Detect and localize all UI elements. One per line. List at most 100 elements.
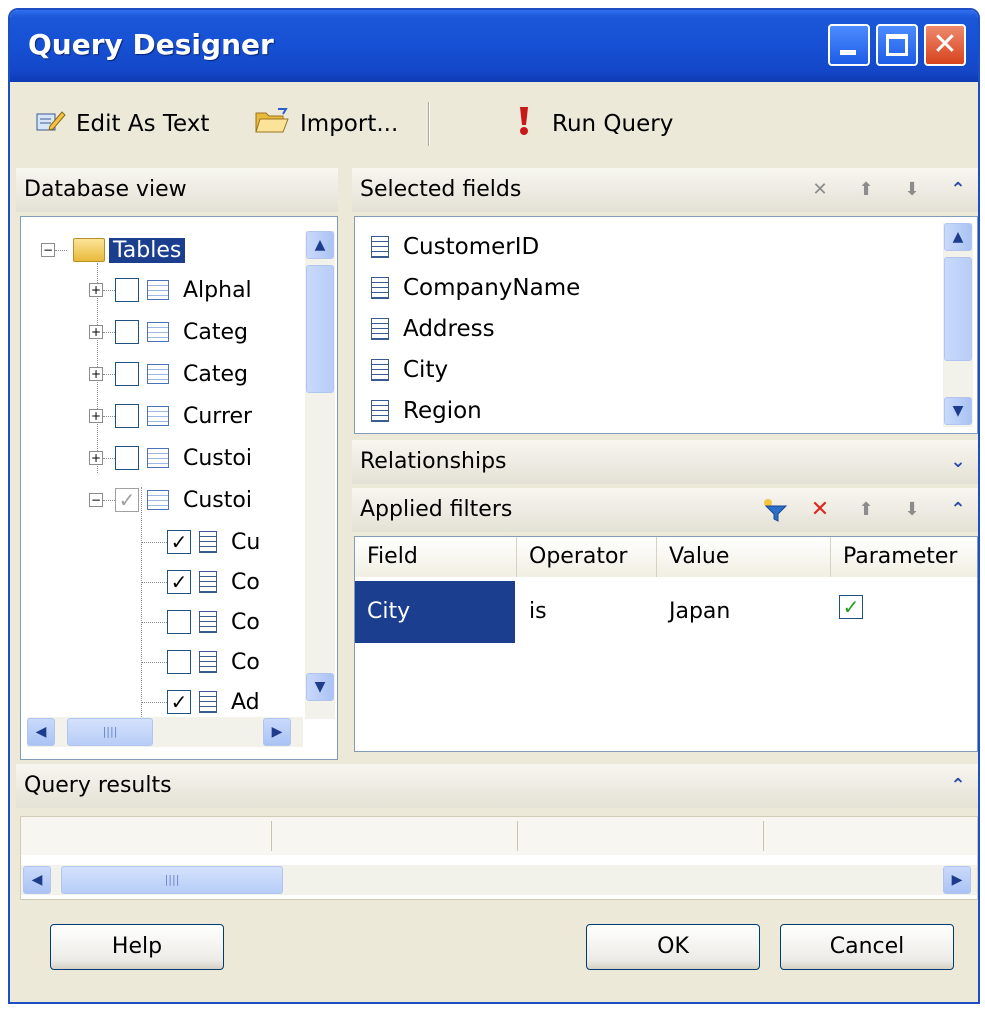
collapse-icon[interactable]: − <box>41 243 55 257</box>
collapse-panel-icon[interactable]: ⌃ <box>946 774 970 798</box>
database-tree[interactable]: − Tables + Alphal + Categ + Categ + Curr… <box>20 216 338 760</box>
field-icon <box>199 571 217 593</box>
applied-filters-toolbar: ✕ ⬆ ⬇ ⌃ <box>762 488 970 532</box>
toolbar: Edit As Text Import... Run Query <box>10 84 978 168</box>
edit-as-text-button[interactable]: Edit As Text <box>36 106 209 142</box>
move-up-icon[interactable]: ⬆ <box>854 498 878 522</box>
expand-panel-icon[interactable]: ⌄ <box>946 450 970 474</box>
column-header-parameter[interactable]: Parameter <box>831 537 977 577</box>
column-header-value[interactable]: Value <box>657 537 831 577</box>
filter-operator-cell[interactable]: is <box>517 581 657 643</box>
field-checkbox[interactable] <box>167 610 191 634</box>
tree-horizontal-scrollbar[interactable]: ◀ |||| ▶ <box>27 717 303 747</box>
expand-icon[interactable]: + <box>89 451 103 465</box>
cancel-button[interactable]: Cancel <box>780 924 954 970</box>
minimize-icon <box>840 50 856 55</box>
tree-field-item[interactable]: Co <box>141 603 260 641</box>
collapse-icon[interactable]: − <box>89 493 103 507</box>
scroll-left-icon[interactable]: ◀ <box>27 718 55 746</box>
scroll-down-icon[interactable]: ▼ <box>944 397 972 425</box>
tree-table-item[interactable]: + Currer <box>89 397 252 435</box>
expand-icon[interactable]: + <box>89 367 103 381</box>
folder-icon <box>73 238 105 262</box>
tables-label[interactable]: Tables <box>109 237 186 263</box>
selected-field-item[interactable]: CustomerID <box>371 227 539 267</box>
table-checkbox[interactable]: ✓ <box>115 488 139 512</box>
column-header-operator[interactable]: Operator <box>517 537 657 577</box>
selected-field-item[interactable]: Region <box>371 391 482 431</box>
scroll-up-icon[interactable]: ▲ <box>306 231 334 259</box>
scroll-thumb[interactable]: |||| <box>67 718 153 746</box>
collapse-panel-icon[interactable]: ⌃ <box>946 498 970 522</box>
scroll-thumb[interactable] <box>306 265 334 393</box>
tree-root-tables[interactable]: − Tables <box>41 231 186 269</box>
column-header-field[interactable]: Field <box>355 537 517 577</box>
table-checkbox[interactable] <box>115 362 139 386</box>
close-icon: ✕ <box>932 27 958 62</box>
parameter-checkbox[interactable]: ✓ <box>839 595 863 619</box>
expand-icon[interactable]: + <box>89 409 103 423</box>
expand-icon[interactable]: + <box>89 283 103 297</box>
scroll-left-icon[interactable]: ◀ <box>23 866 51 894</box>
title-bar[interactable]: Query Designer ✕ <box>10 10 978 82</box>
tree-table-item[interactable]: + Categ <box>89 313 248 351</box>
field-checkbox[interactable] <box>167 650 191 674</box>
minimize-button[interactable] <box>828 24 870 66</box>
field-icon <box>199 691 217 713</box>
tree-table-item[interactable]: + Alphal <box>89 271 252 309</box>
tree-table-item[interactable]: − ✓ Custoi <box>89 481 252 519</box>
relationships-header[interactable]: Relationships ⌄ <box>352 440 978 484</box>
collapse-panel-icon[interactable]: ⌃ <box>946 178 970 202</box>
expand-icon[interactable]: + <box>89 325 103 339</box>
scroll-thumb[interactable]: |||| <box>61 866 283 894</box>
table-checkbox[interactable] <box>115 278 139 302</box>
table-checkbox[interactable] <box>115 446 139 470</box>
scroll-right-icon[interactable]: ▶ <box>263 718 291 746</box>
table-label: Custoi <box>183 487 252 513</box>
delete-filter-icon[interactable]: ✕ <box>808 498 832 522</box>
field-checkbox[interactable]: ✓ <box>167 690 191 714</box>
scroll-down-icon[interactable]: ▼ <box>306 673 334 701</box>
table-checkbox[interactable] <box>115 404 139 428</box>
filter-field-cell[interactable]: City <box>355 581 515 643</box>
selected-field-item[interactable]: Address <box>371 309 495 349</box>
help-button[interactable]: Help <box>50 924 224 970</box>
tree-field-item[interactable]: ✓ Co <box>141 563 260 601</box>
table-checkbox[interactable] <box>115 320 139 344</box>
selected-field-item[interactable]: CompanyName <box>371 268 580 308</box>
results-horizontal-scrollbar[interactable]: ◀ |||| ▶ <box>21 865 977 895</box>
scroll-up-icon[interactable]: ▲ <box>944 223 972 251</box>
remove-icon[interactable]: ✕ <box>808 178 832 202</box>
add-filter-icon[interactable] <box>762 498 788 522</box>
scroll-thumb[interactable] <box>944 257 972 361</box>
ok-button[interactable]: OK <box>586 924 760 970</box>
filter-value-cell[interactable]: Japan <box>657 581 831 643</box>
move-down-icon[interactable]: ⬇ <box>900 178 924 202</box>
tree-table-item[interactable]: + Custoi <box>89 439 252 477</box>
move-down-icon[interactable]: ⬇ <box>900 498 924 522</box>
query-results-grid[interactable]: ◀ |||| ▶ <box>20 816 978 900</box>
table-icon <box>147 364 169 384</box>
tree-table-item[interactable]: + Categ <box>89 355 248 393</box>
scroll-right-icon[interactable]: ▶ <box>943 866 971 894</box>
field-checkbox[interactable]: ✓ <box>167 570 191 594</box>
selected-field-item[interactable]: City <box>371 350 448 390</box>
relationships-toolbar: ⌄ <box>946 440 970 484</box>
tree-connector <box>141 621 167 623</box>
run-query-button[interactable]: Run Query <box>518 106 673 142</box>
table-label: Categ <box>183 361 248 387</box>
maximize-button[interactable] <box>876 24 918 66</box>
open-folder-icon <box>254 107 290 141</box>
field-label: Co <box>231 569 260 595</box>
tree-field-item[interactable]: Co <box>141 643 260 681</box>
tree-field-item[interactable]: ✓ Ad <box>141 683 260 721</box>
selected-fields-scrollbar[interactable]: ▲ ▼ <box>943 223 973 427</box>
move-up-icon[interactable]: ⬆ <box>854 178 878 202</box>
tree-vertical-scrollbar[interactable]: ▲ ▼ <box>305 231 335 719</box>
filters-grid[interactable]: Field Operator Value Parameter City is J… <box>354 536 978 752</box>
selected-fields-list[interactable]: CustomerID CompanyName Address City Regi… <box>354 216 978 434</box>
tree-field-item[interactable]: ✓ Cu <box>141 523 260 561</box>
close-button[interactable]: ✕ <box>924 24 966 66</box>
import-button[interactable]: Import... <box>254 106 398 142</box>
field-checkbox[interactable]: ✓ <box>167 530 191 554</box>
